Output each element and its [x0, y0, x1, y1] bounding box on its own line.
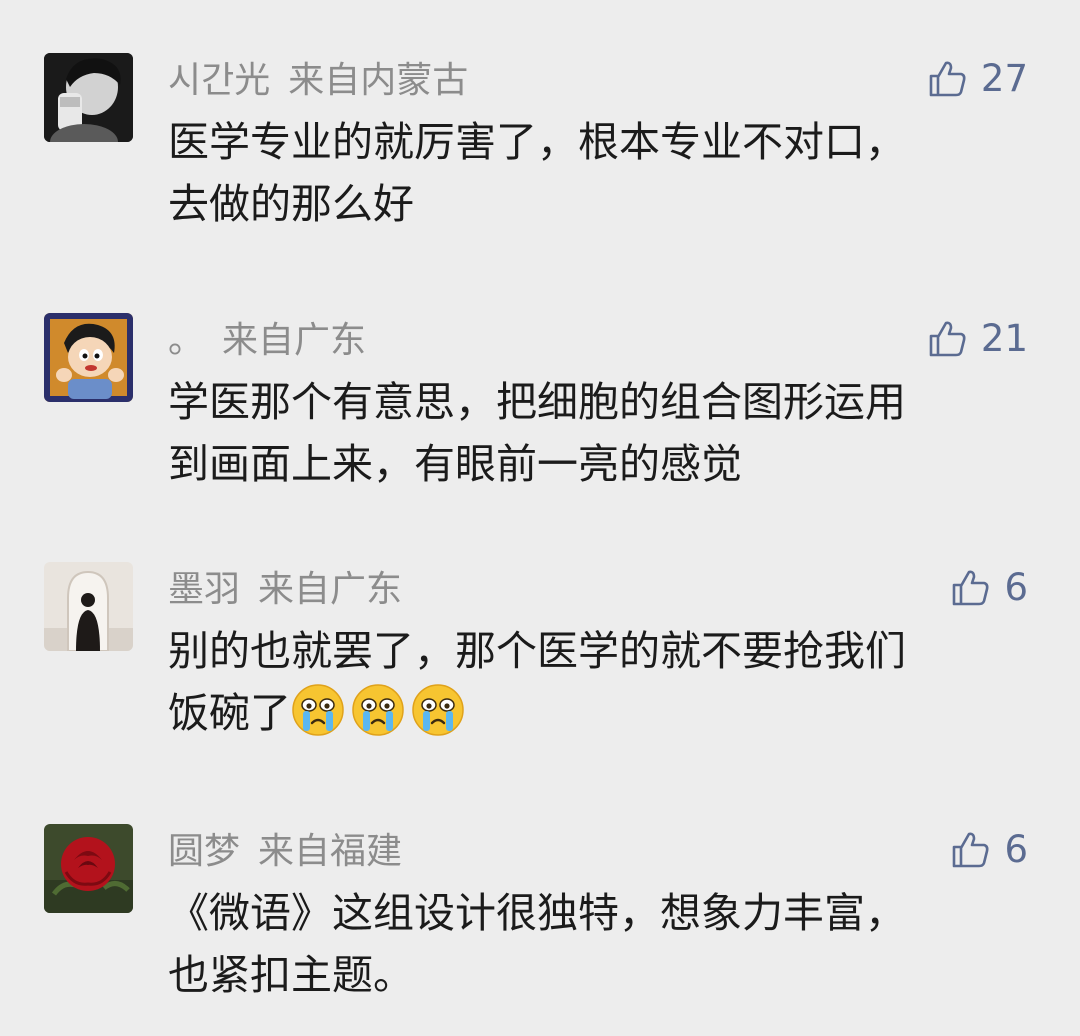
like-button[interactable]: 6: [950, 566, 1028, 610]
comment-text: 别的也就罢了，那个医学的就不要抢我们 饭碗了: [168, 620, 1028, 744]
thumbs-up-icon: [927, 59, 967, 99]
commenter-location: 来自福建: [258, 831, 403, 872]
comment-line: 别的也就罢了，那个医学的就不要抢我们: [168, 627, 906, 675]
avatar[interactable]: [44, 313, 133, 402]
commenter-location: 来自广东: [222, 320, 367, 361]
commenter-name[interactable]: 시간光: [168, 60, 270, 101]
comment-text: 《微语》这组设计很独特，想象力丰富， 也紧扣主题。: [168, 882, 1028, 1006]
comment-line: 到画面上来，有眼前一亮的感觉: [168, 440, 742, 488]
comment-line: 《微语》这组设计很独特，想象力丰富，: [168, 889, 906, 937]
commenter-name[interactable]: 。: [168, 320, 204, 361]
avatar[interactable]: [44, 53, 133, 142]
comment-line: 去做的那么好: [168, 180, 414, 228]
like-button[interactable]: 21: [927, 317, 1028, 361]
comment-text: 学医那个有意思，把细胞的组合图形运用 到画面上来，有眼前一亮的感觉: [168, 371, 1028, 495]
comment-meta: 。来自广东: [168, 319, 366, 363]
avatar-photo-boy-drinking: [44, 53, 133, 142]
avatar[interactable]: [44, 562, 133, 651]
thumbs-up-icon: [950, 830, 990, 870]
thumbs-up-icon: [927, 319, 967, 359]
avatar-cartoon-child: [44, 313, 133, 402]
comment-meta: 圆梦 来自福建: [168, 830, 402, 874]
crying-face-emoji: [291, 683, 345, 737]
comment-line-text: 饭碗了: [168, 689, 291, 737]
comment-meta: 墨羽 来自广东: [168, 568, 402, 612]
avatar-silhouette-window: [44, 562, 133, 651]
comment-line: 饭碗了: [168, 682, 1028, 744]
crying-face-emoji: [411, 683, 465, 737]
avatar-red-rose: [44, 824, 133, 913]
thumbs-up-icon: [950, 568, 990, 608]
commenter-name[interactable]: 圆梦: [168, 831, 240, 872]
comment-line: 也紧扣主题。: [168, 951, 414, 999]
like-count: 21: [980, 317, 1028, 360]
avatar[interactable]: [44, 824, 133, 913]
like-count: 27: [980, 57, 1028, 100]
commenter-location: 来自广东: [258, 569, 403, 610]
commenter-name[interactable]: 墨羽: [168, 569, 240, 610]
commenter-location: 来自内蒙古: [288, 60, 469, 101]
like-button[interactable]: 6: [950, 828, 1028, 872]
comment-meta: 시간光 来自内蒙古: [168, 59, 468, 103]
like-count: 6: [1004, 828, 1028, 871]
like-button[interactable]: 27: [927, 57, 1028, 101]
comment-list: 시간光 来自内蒙古 27 医学专业的就厉害了，根本专业不对口， 去做的那么好 。…: [0, 0, 1080, 1036]
like-count: 6: [1004, 566, 1028, 609]
comment-line: 医学专业的就厉害了，根本专业不对口，: [168, 118, 906, 166]
crying-face-emoji: [351, 683, 405, 737]
comment-text: 医学专业的就厉害了，根本专业不对口， 去做的那么好: [168, 111, 1028, 235]
comment-line: 学医那个有意思，把细胞的组合图形运用: [168, 378, 906, 426]
